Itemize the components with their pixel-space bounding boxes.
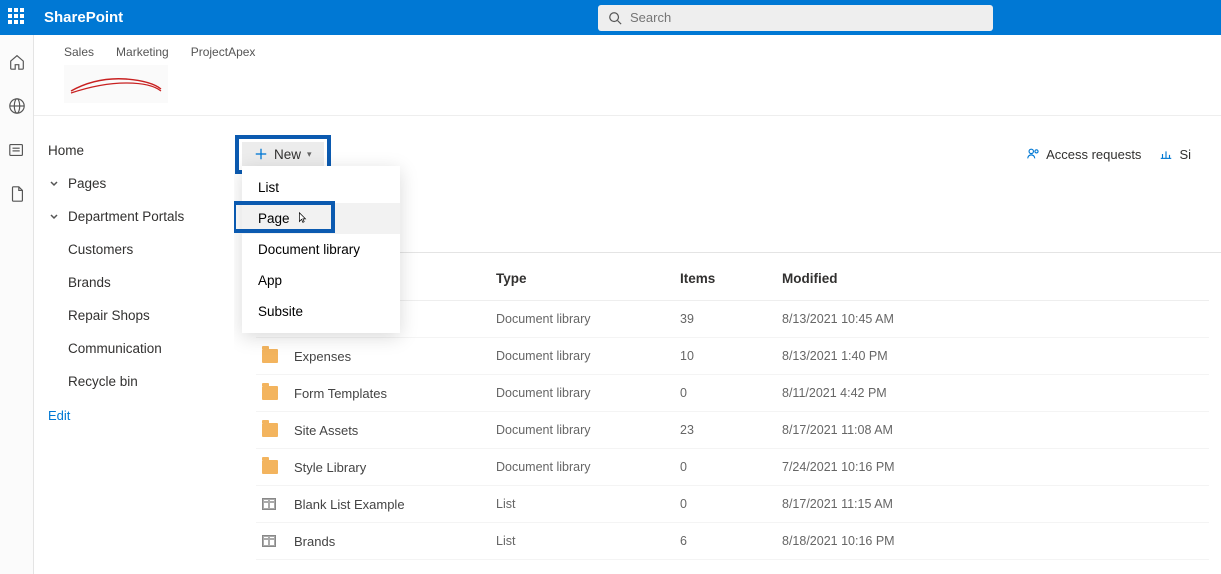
nav-pages[interactable]: Pages — [48, 167, 234, 200]
row-items: 0 — [680, 460, 782, 474]
main-content: New ▾ Access requests Si — [234, 116, 1221, 574]
row-modified: 8/11/2021 4:42 PM — [782, 386, 1209, 400]
table-row[interactable]: ExpensesDocument library108/13/2021 1:40… — [256, 338, 1209, 375]
globe-icon[interactable] — [8, 97, 26, 115]
row-modified: 7/24/2021 10:16 PM — [782, 460, 1209, 474]
row-modified: 8/13/2021 1:40 PM — [782, 349, 1209, 363]
command-bar-right: Access requests Si — [1026, 147, 1191, 162]
row-name: Brands — [294, 534, 496, 549]
hub-link-sales[interactable]: Sales — [64, 45, 94, 59]
hub-link-marketing[interactable]: Marketing — [116, 45, 169, 59]
search-icon — [608, 11, 622, 25]
row-items: 23 — [680, 423, 782, 437]
access-requests-button[interactable]: Access requests — [1026, 147, 1141, 162]
nav-communication[interactable]: Communication — [48, 332, 234, 365]
new-menu-dropdown: List Page Document library App Subsite — [242, 166, 400, 333]
nav-brands[interactable]: Brands — [48, 266, 234, 299]
row-items: 39 — [680, 312, 782, 326]
hub-nav: Sales Marketing ProjectApex — [64, 45, 1191, 59]
site-header: Sales Marketing ProjectApex — [34, 35, 1221, 116]
chevron-down-icon — [48, 212, 60, 222]
nav-customers[interactable]: Customers — [48, 233, 234, 266]
app-launcher-icon[interactable] — [8, 8, 28, 28]
cursor-pointer-icon — [295, 211, 309, 225]
row-type: Document library — [496, 423, 680, 437]
chevron-down-icon — [48, 179, 60, 189]
col-header-type[interactable]: Type — [496, 271, 680, 286]
folder-icon — [262, 386, 278, 400]
menu-item-page[interactable]: Page — [242, 203, 400, 234]
folder-icon — [262, 460, 278, 474]
row-name: Form Templates — [294, 386, 496, 401]
row-name: Expenses — [294, 349, 496, 364]
menu-item-list[interactable]: List — [242, 172, 400, 203]
hub-link-projectapex[interactable]: ProjectApex — [191, 45, 256, 59]
nav-home[interactable]: Home — [48, 134, 234, 167]
list-icon — [262, 535, 276, 547]
plus-icon — [254, 147, 268, 161]
search-input[interactable] — [630, 10, 983, 25]
row-modified: 8/18/2021 10:16 PM — [782, 534, 1209, 548]
list-icon — [262, 498, 276, 510]
table-row[interactable]: Style LibraryDocument library07/24/2021 … — [256, 449, 1209, 486]
table-row[interactable]: Site AssetsDocument library238/17/2021 1… — [256, 412, 1209, 449]
row-items: 6 — [680, 534, 782, 548]
quick-launch-nav: Home Pages Department Portals Customers … — [34, 116, 234, 574]
news-icon[interactable] — [8, 141, 26, 159]
chevron-down-icon: ▾ — [307, 149, 312, 160]
row-name: Blank List Example — [294, 497, 496, 512]
row-type: Document library — [496, 349, 680, 363]
search-box[interactable] — [598, 5, 993, 31]
row-type: Document library — [496, 460, 680, 474]
col-header-modified[interactable]: Modified — [782, 271, 1209, 286]
col-header-items[interactable]: Items — [680, 271, 782, 286]
row-modified: 8/17/2021 11:08 AM — [782, 423, 1209, 437]
menu-item-subsite[interactable]: Subsite — [242, 296, 400, 327]
row-modified: 8/13/2021 10:45 AM — [782, 312, 1209, 326]
row-type: List — [496, 534, 680, 548]
site-usage-button[interactable]: Si — [1159, 147, 1191, 162]
row-type: Document library — [496, 386, 680, 400]
menu-item-doc-library[interactable]: Document library — [242, 234, 400, 265]
nav-edit-link[interactable]: Edit — [48, 398, 234, 423]
folder-icon — [262, 423, 278, 437]
table-row[interactable]: Form TemplatesDocument library08/11/2021… — [256, 375, 1209, 412]
row-type: List — [496, 497, 680, 511]
row-type: Document library — [496, 312, 680, 326]
menu-item-app[interactable]: App — [242, 265, 400, 296]
site-logo[interactable] — [64, 65, 168, 103]
row-items: 10 — [680, 349, 782, 363]
new-button[interactable]: New ▾ — [242, 142, 324, 167]
row-modified: 8/17/2021 11:15 AM — [782, 497, 1209, 511]
people-icon — [1026, 147, 1040, 161]
search-container — [598, 5, 993, 31]
suite-header: SharePoint — [0, 0, 1221, 35]
left-rail — [0, 35, 34, 574]
home-icon[interactable] — [8, 53, 26, 71]
folder-icon — [262, 349, 278, 363]
row-items: 0 — [680, 386, 782, 400]
files-icon[interactable] — [8, 185, 26, 203]
nav-repair-shops[interactable]: Repair Shops — [48, 299, 234, 332]
nav-recycle-bin[interactable]: Recycle bin — [48, 365, 234, 398]
row-name: Style Library — [294, 460, 496, 475]
app-title: SharePoint — [44, 9, 123, 26]
nav-dept-portals[interactable]: Department Portals — [48, 200, 234, 233]
table-row[interactable]: BrandsList68/18/2021 10:16 PM — [256, 523, 1209, 560]
chart-icon — [1159, 147, 1173, 161]
row-name: Site Assets — [294, 423, 496, 438]
row-items: 0 — [680, 497, 782, 511]
table-row[interactable]: Blank List ExampleList08/17/2021 11:15 A… — [256, 486, 1209, 523]
